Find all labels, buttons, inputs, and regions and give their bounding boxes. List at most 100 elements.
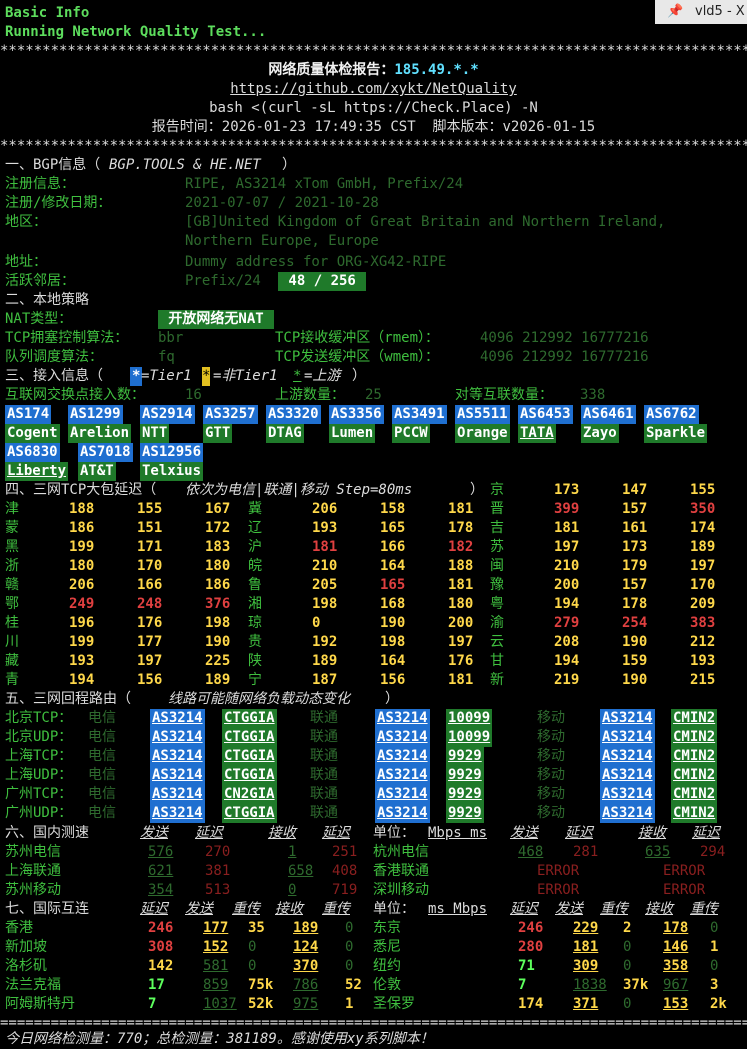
latency-value: 187 [312,672,338,688]
province: 京 [490,482,504,498]
latency-value: 171 [137,539,163,555]
latency-value: 199 [69,634,95,650]
bgp-title-italic: BGP.TOOLS & HE.NET [109,157,261,173]
section-title: 五、三网回程路由（ [5,691,131,707]
city: 新加坡 [5,939,47,955]
route-name: 9929 [446,747,484,766]
speed-value: 294 [700,844,726,860]
star-separator: ****************************************… [0,138,747,154]
label: 对等互联数量： [455,387,553,403]
as-badge: AS3214 [600,709,655,728]
header: 发送 [555,901,583,917]
as-badge: AS1299 [68,405,123,424]
latency-value: 212 [690,634,716,650]
route-label: 北京UDP： [5,729,73,745]
speed-value: 719 [332,882,358,898]
isp-ct: 电信 [88,767,116,783]
pin-icon[interactable]: 📌 [667,0,683,24]
province: 云 [490,634,504,650]
latency-value: 188 [448,558,474,574]
intl-value: 1 [345,996,354,1012]
speed-value: 635 [645,844,671,860]
route-name: 9929 [446,804,484,823]
title-end: ） [352,368,366,384]
speed-value: 1 [288,844,297,860]
province: 宁 [248,672,262,688]
as-badge: AS3214 [150,804,205,823]
intl-value: 7 [148,996,157,1012]
route-name: CMIN2 [671,728,718,747]
latency-value: 194 [554,596,580,612]
intl-value: 229 [573,920,599,936]
intl-value: 967 [663,977,689,993]
latency-value: 208 [554,634,580,650]
unit-value: Mbps ms [428,825,488,841]
isp-ct: 电信 [88,805,116,821]
intl-value: 178 [663,920,689,936]
as-badge: AS3491 [392,405,447,424]
intl-value: 246 [518,920,544,936]
intl-value: 146 [663,939,689,955]
speed-value: 468 [518,844,544,860]
isp-cm: 移动 [537,710,565,726]
as-badge: AS3214 [375,747,430,766]
speed-value: 251 [332,844,358,860]
route-name: CN2GIA [222,785,277,804]
latency-value: 399 [554,501,580,517]
latency-value: 193 [69,653,95,669]
isp-cm: 移动 [537,729,565,745]
label: 注册信息： [5,176,75,192]
latency-value: 215 [690,672,716,688]
intl-value: 0 [248,939,257,955]
value: 338 [580,387,606,403]
province: 藏 [5,653,19,669]
as-name: Sparkle [644,424,708,443]
repo-line: https://github.com/xykt/NetQuality [0,80,747,99]
latency-value: 174 [690,520,716,536]
speed-value: 270 [205,844,231,860]
isp-cm: 移动 [537,767,565,783]
isp-cu: 联通 [310,729,338,745]
latency-value: 194 [69,672,95,688]
latency-value: 225 [205,653,231,669]
as-badge: AS3214 [600,766,655,785]
route-name: CMIN2 [671,766,718,785]
header: 延迟 [510,901,538,917]
city: 洛杉矶 [5,958,47,974]
terminal-window[interactable]: 📌 vld5 - X Basic Info Running Network Qua… [0,0,747,1048]
latency-value: 376 [205,596,231,612]
value: bbr [158,330,184,346]
header: 接收 [645,901,673,917]
as-name: TATA [518,424,556,443]
header: 重传 [322,901,350,917]
route-name: 9929 [446,785,484,804]
province: 琼 [248,615,262,631]
latency-value: 188 [69,501,95,517]
repo-link[interactable]: https://github.com/xykt/NetQuality [230,81,517,97]
neighbors-badge: 48 / 256 [278,272,367,291]
latency-value: 181 [448,672,474,688]
speed-value: ERROR [663,882,706,898]
intl-value: 246 [148,920,174,936]
city: 法兰克福 [5,977,61,993]
intl-value: 1838 [573,977,607,993]
as-badge: AS3214 [600,785,655,804]
latency-value: 183 [205,539,231,555]
latency-value: 181 [554,520,580,536]
intl-value: 0 [623,958,632,974]
intl-value: 37k [623,977,649,993]
intl-value: 17 [148,977,165,993]
intl-value: 52 [345,977,362,993]
intl-value: 859 [203,977,229,993]
report-ip: 185.49.*.* [394,62,479,78]
section-title: 三、接入信息（ [5,368,103,384]
intl-value: 189 [293,920,319,936]
latency-value: 168 [380,596,406,612]
latency-value: 167 [205,501,231,517]
isp-ct: 电信 [88,710,116,726]
window-tab[interactable]: 📌 vld5 - X [655,0,747,24]
as-badge: AS3214 [150,785,205,804]
label: 队列调度算法： [5,349,103,365]
bgp-title-end: ） [282,157,296,173]
speed-value: 381 [205,863,231,879]
